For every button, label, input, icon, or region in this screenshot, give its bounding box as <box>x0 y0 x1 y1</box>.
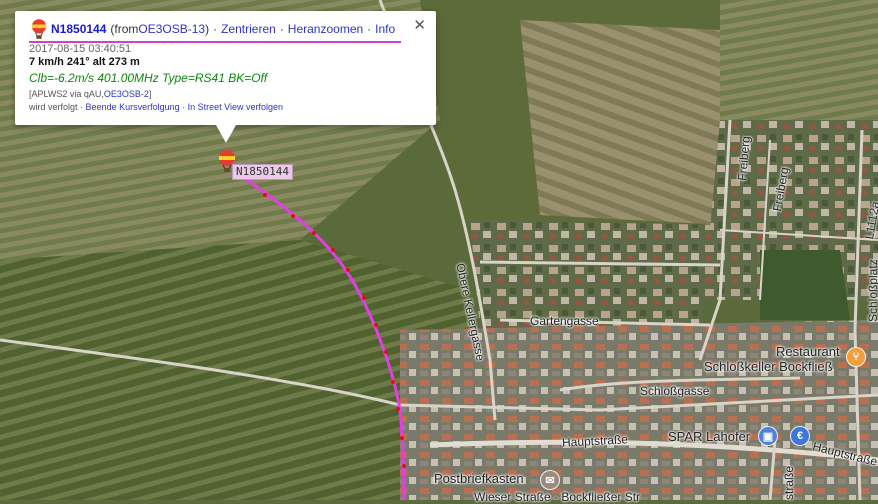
popup-path-station-link[interactable]: OE3OSB-2 <box>104 89 149 99</box>
popup-from-prefix: (from <box>110 22 139 36</box>
street-label-schlossgasse: Schloßgasse <box>640 384 710 398</box>
popup-path-prefix: [APLWS2 via qAU, <box>29 89 104 99</box>
balloon-callsign-label[interactable]: N1850144 <box>232 164 293 180</box>
popup-street-view-link[interactable]: In Street View verfolgen <box>188 102 283 112</box>
street-label-schlossplatz: Schloßplatz <box>866 259 878 322</box>
balloon-icon <box>31 19 47 39</box>
poi-label-postbox[interactable]: Postbriefkasten <box>434 471 524 486</box>
poi-label-spar[interactable]: SPAR Lahofer <box>668 429 750 444</box>
popup-from-station-link[interactable]: OE3OSB-13 <box>138 22 205 36</box>
street-label-bottom: Wieser Straße · Bockfließer Str <box>474 490 641 504</box>
popup-tail <box>216 125 236 143</box>
popup-center-link[interactable]: Zentrieren <box>221 22 276 36</box>
street-label-gartengasse: Gartengasse <box>530 314 599 328</box>
euro-icon[interactable]: € <box>790 426 810 446</box>
shopping-bag-icon[interactable]: ▣ <box>758 426 778 446</box>
popup-speed-line: 7 km/h 241° alt 273 m <box>29 56 140 68</box>
poi-label-restaurant-line1[interactable]: Restaurant <box>776 344 840 359</box>
popup-stop-tracking-link[interactable]: Beende Kursverfolgung <box>86 102 180 112</box>
popup-separator: · <box>367 22 372 36</box>
popup-timestamp: 2017-08-15 03:40:51 <box>29 43 132 55</box>
popup-path-suffix: ] <box>148 89 152 99</box>
close-icon[interactable]: ✕ <box>413 16 426 34</box>
postbox-icon[interactable]: ✉ <box>540 470 560 490</box>
popup-tracked-text: wird verfolgt <box>29 102 78 112</box>
popup-separator: · <box>182 102 186 112</box>
poi-label-restaurant-line2[interactable]: Schloßkeller Bockfließ <box>704 359 833 374</box>
popup-header: N1850144 (from OE3OSB-13 ) · Zentrieren … <box>31 19 395 39</box>
popup-separator: · <box>80 102 84 112</box>
fork-knife-icon[interactable]: ⑂ <box>846 347 866 367</box>
popup-from-suffix: ) <box>205 22 210 36</box>
popup-separator: · <box>279 22 284 36</box>
popup-path: [APLWS2 via qAU,OE3OSB-2] <box>29 89 151 99</box>
popup-callsign[interactable]: N1850144 <box>51 22 106 36</box>
popup-comment: Clb=-6.2m/s 401.00MHz Type=RS41 BK=Off <box>29 71 268 85</box>
popup-info-link[interactable]: Info <box>375 22 395 36</box>
popup-zoom-link[interactable]: Heranzoomen <box>288 22 363 36</box>
info-popup: N1850144 (from OE3OSB-13 ) · Zentrieren … <box>15 11 436 125</box>
popup-separator: · <box>213 22 218 36</box>
street-label-strasse-v: straße <box>782 465 796 500</box>
popup-tracking-row: wird verfolgt · Beende Kursverfolgung · … <box>29 102 283 112</box>
